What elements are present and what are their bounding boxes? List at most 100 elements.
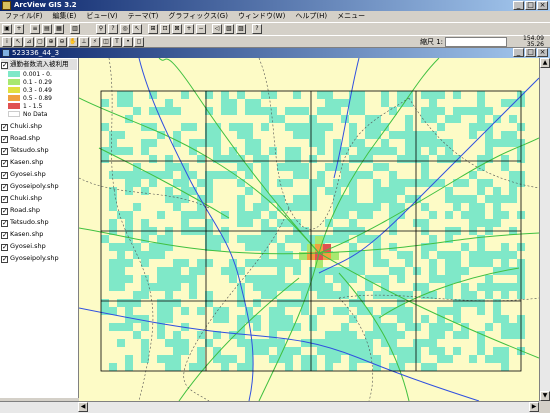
select-feature-icon[interactable]: ▧ (224, 24, 234, 34)
menu-menu[interactable]: メニュー (332, 11, 370, 22)
toc-theme[interactable]: ✓ Gyosei.shp (1, 241, 77, 252)
checkbox-icon[interactable]: ✓ (1, 184, 8, 191)
scroll-down-icon[interactable]: ▼ (540, 391, 550, 401)
toc-theme-active[interactable]: ✓ 通勤者数流入被利用 (1, 59, 77, 70)
help-icon[interactable]: ↖ (132, 24, 142, 34)
chart-icon[interactable]: ▥ (70, 24, 80, 34)
view-minimize-button[interactable]: _ (513, 48, 524, 57)
pointer-icon[interactable]: ↖ (13, 37, 23, 47)
grid-cell (485, 107, 493, 115)
vertical-scrollbar[interactable]: ▲ ▼ (539, 58, 550, 401)
grid-cell (365, 283, 373, 291)
find-icon[interactable]: ⚲ (96, 24, 106, 34)
scroll-left-icon[interactable]: ◀ (78, 402, 88, 412)
grid-cell (437, 251, 445, 259)
info-icon[interactable]: i (2, 37, 12, 47)
theme-properties-icon[interactable]: ≡ (30, 24, 40, 34)
area-icon[interactable]: ◫ (101, 37, 111, 47)
grid-cell (261, 155, 269, 163)
checkbox-icon[interactable]: ✓ (1, 256, 8, 263)
vertex-edit-icon[interactable]: ⊿ (24, 37, 34, 47)
zoom-previous-icon[interactable]: ◁ (212, 24, 222, 34)
menu-edit[interactable]: 編集(E) (48, 11, 82, 22)
pan-icon[interactable]: ✋ (68, 37, 78, 47)
checkbox-icon[interactable]: ✓ (1, 172, 8, 179)
toc-theme[interactable]: ✓ Gyoseipoly.shp (1, 253, 77, 264)
checkbox-icon[interactable]: ✓ (1, 232, 8, 239)
checkbox-icon[interactable]: ✓ (1, 196, 8, 203)
checkbox-icon[interactable]: ✓ (1, 62, 8, 69)
close-button[interactable]: × (537, 1, 548, 10)
menu-window[interactable]: ウィンドウ(W) (233, 11, 290, 22)
toc-theme[interactable]: ✓ Kasen.shp (1, 229, 77, 240)
menu-view[interactable]: ビュー(V) (81, 11, 122, 22)
measure-icon[interactable]: ⊥ (79, 37, 89, 47)
toc-theme[interactable]: ✓ Tetsudo.shp (1, 217, 77, 228)
checkbox-icon[interactable]: ✓ (1, 160, 8, 167)
grid-cell (357, 107, 365, 115)
zoom-theme-icon[interactable]: ⊡ (160, 24, 170, 34)
menu-graphics[interactable]: グラフィックス(G) (163, 11, 233, 22)
checkbox-icon[interactable]: ✓ (1, 208, 8, 215)
edit-legend-icon[interactable]: ▤ (42, 24, 52, 34)
toc-theme[interactable]: ✓ Road.shp (1, 205, 77, 216)
menu-help[interactable]: ヘルプ(H) (290, 11, 332, 22)
text-tool-icon[interactable]: T (112, 37, 122, 47)
grid-cell (469, 299, 477, 307)
grid-cell (253, 339, 261, 347)
checkbox-icon[interactable]: ✓ (1, 148, 8, 155)
toc-theme[interactable]: ✓ Chuki.shp (1, 193, 77, 204)
grid-cell (157, 275, 165, 283)
toc-theme[interactable]: ✓ Gyoseipoly.shp (1, 181, 77, 192)
grid-cell (325, 331, 333, 339)
zoom-out-tool-icon[interactable]: ⊖ (57, 37, 67, 47)
hotlink-icon[interactable]: ⚡ (90, 37, 100, 47)
grid-cell (101, 123, 109, 131)
menu-theme[interactable]: テーマ(T) (123, 11, 164, 22)
grid-cell (493, 211, 501, 219)
grid-cell (237, 91, 245, 99)
help-context-icon[interactable]: ? (252, 24, 262, 34)
toc-theme[interactable]: ✓ Road.shp (1, 133, 77, 144)
toc-theme[interactable]: ✓ Tetsudo.shp (1, 145, 77, 156)
zoom-full-icon[interactable]: ⊞ (148, 24, 158, 34)
add-theme-icon[interactable]: + (14, 24, 24, 34)
draw-point-icon[interactable]: • (123, 37, 133, 47)
scroll-up-icon[interactable]: ▲ (540, 58, 550, 68)
locate-icon[interactable]: ◎ (120, 24, 130, 34)
grid-cell (213, 235, 221, 243)
save-icon[interactable]: ▣ (2, 24, 12, 34)
menu-file[interactable]: ファイル(F) (0, 11, 48, 22)
grid-cell (389, 195, 397, 203)
view-maximize-button[interactable]: □ (525, 48, 536, 57)
zoom-in-tool-icon[interactable]: ⊕ (46, 37, 56, 47)
grid-cell (445, 195, 453, 203)
zoom-out-icon[interactable]: − (196, 24, 206, 34)
toc-theme[interactable]: ✓ Chuki.shp (1, 121, 77, 132)
grid-cell (389, 187, 397, 195)
view-close-button[interactable]: × (537, 48, 548, 57)
toc-theme[interactable]: ✓ Gyosei.shp (1, 169, 77, 180)
table-icon[interactable]: ▦ (54, 24, 64, 34)
clear-selection-icon[interactable]: ▨ (236, 24, 246, 34)
checkbox-icon[interactable]: ✓ (1, 136, 8, 143)
select-icon[interactable]: ▢ (35, 37, 45, 47)
scale-input[interactable] (445, 37, 507, 47)
checkbox-icon[interactable]: ✓ (1, 124, 8, 131)
grid-cell (429, 331, 437, 339)
map-canvas[interactable] (79, 58, 539, 401)
query-icon[interactable]: ? (108, 24, 118, 34)
checkbox-icon[interactable]: ✓ (1, 244, 8, 251)
maximize-button[interactable]: □ (525, 1, 536, 10)
minimize-button[interactable]: _ (513, 1, 524, 10)
draw-shape-icon[interactable]: ◻ (134, 37, 144, 47)
toc-theme[interactable]: ✓ Kasen.shp (1, 157, 77, 168)
zoom-in-icon[interactable]: + (184, 24, 194, 34)
checkbox-icon[interactable]: ✓ (1, 220, 8, 227)
grid-cell (421, 219, 429, 227)
horizontal-scrollbar[interactable]: ◀ ▶ (0, 401, 539, 413)
legend-entry: 0.001 - 0. (8, 71, 52, 78)
grid-cell (445, 291, 453, 299)
scroll-right-icon[interactable]: ▶ (529, 402, 539, 412)
zoom-selected-icon[interactable]: ⊠ (172, 24, 182, 34)
